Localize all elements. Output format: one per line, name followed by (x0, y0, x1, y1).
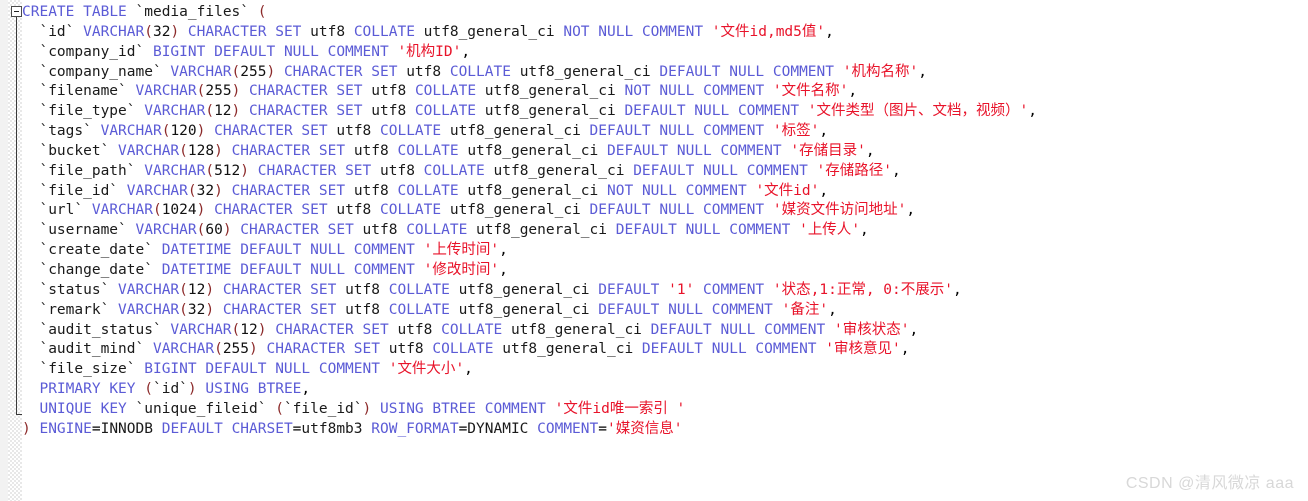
code-line[interactable]: CREATE TABLE `media_files` ( (22, 3, 1308, 23)
code-line[interactable]: `username` VARCHAR(60) CHARACTER SET utf… (22, 221, 1308, 241)
code-line[interactable]: `company_id` BIGINT DEFAULT NULL COMMENT… (22, 43, 1308, 63)
code-line[interactable]: `company_name` VARCHAR(255) CHARACTER SE… (22, 63, 1308, 83)
code-line[interactable]: `status` VARCHAR(12) CHARACTER SET utf8 … (22, 281, 1308, 301)
code-line[interactable]: `audit_status` VARCHAR(12) CHARACTER SET… (22, 321, 1308, 341)
code-line[interactable]: `create_date` DATETIME DEFAULT NULL COMM… (22, 241, 1308, 261)
editor-fold-gutter[interactable] (8, 0, 22, 501)
code-line[interactable]: `url` VARCHAR(1024) CHARACTER SET utf8 C… (22, 201, 1308, 221)
minus-fold-icon[interactable] (11, 6, 22, 17)
code-line[interactable]: `audit_mind` VARCHAR(255) CHARACTER SET … (22, 340, 1308, 360)
fold-region-end-marker (16, 414, 22, 415)
code-line[interactable]: `id` VARCHAR(32) CHARACTER SET utf8 COLL… (22, 23, 1308, 43)
sql-editor-window: CREATE TABLE `media_files` ( `id` VARCHA… (0, 0, 1308, 501)
code-line[interactable]: `tags` VARCHAR(120) CHARACTER SET utf8 C… (22, 122, 1308, 142)
csdn-watermark: CSDN @清风微凉 aaa (1125, 475, 1294, 492)
code-line[interactable]: `change_date` DATETIME DEFAULT NULL COMM… (22, 261, 1308, 281)
code-line[interactable]: `file_size` BIGINT DEFAULT NULL COMMENT … (22, 360, 1308, 380)
code-line[interactable]: `remark` VARCHAR(32) CHARACTER SET utf8 … (22, 301, 1308, 321)
editor-margin-strip (0, 0, 8, 501)
code-line[interactable]: PRIMARY KEY (`id`) USING BTREE, (22, 380, 1308, 400)
sql-code-block[interactable]: CREATE TABLE `media_files` ( `id` VARCHA… (22, 0, 1308, 501)
code-line[interactable]: `file_path` VARCHAR(512) CHARACTER SET u… (22, 162, 1308, 182)
code-line[interactable]: `file_id` VARCHAR(32) CHARACTER SET utf8… (22, 182, 1308, 202)
code-line[interactable]: UNIQUE KEY `unique_fileid` (`file_id`) U… (22, 400, 1308, 420)
code-line[interactable]: ) ENGINE=INNODB DEFAULT CHARSET=utf8mb3 … (22, 420, 1308, 440)
code-line[interactable]: `filename` VARCHAR(255) CHARACTER SET ut… (22, 82, 1308, 102)
fold-region-line (16, 17, 17, 415)
code-line[interactable]: `file_type` VARCHAR(12) CHARACTER SET ut… (22, 102, 1308, 122)
code-line[interactable]: `bucket` VARCHAR(128) CHARACTER SET utf8… (22, 142, 1308, 162)
